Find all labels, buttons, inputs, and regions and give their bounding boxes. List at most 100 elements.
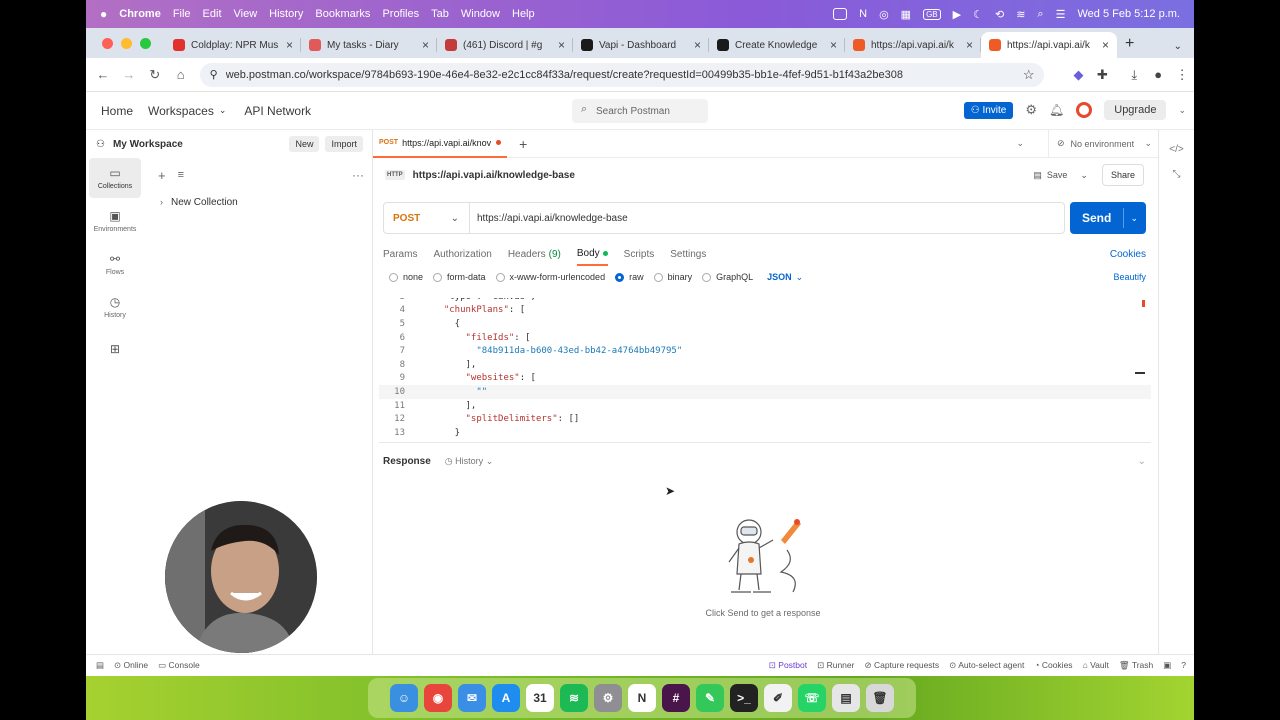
reload-button[interactable]: ↻ — [142, 67, 168, 83]
menu-bookmarks[interactable]: Bookmarks — [315, 8, 370, 20]
rail-collections[interactable]: ▭ Collections — [89, 158, 141, 198]
menu-view[interactable]: View — [234, 8, 258, 20]
request-tab[interactable]: POST https://api.vapi.ai/knov — [373, 130, 508, 158]
menu-window[interactable]: Window — [461, 8, 500, 20]
whatsapp-icon[interactable]: ☏ — [798, 684, 826, 712]
notifications-bell-icon[interactable]: 🔔︎ — [1049, 103, 1064, 117]
rail-history[interactable]: ◷ History — [89, 287, 141, 327]
slack-icon[interactable]: # — [662, 684, 690, 712]
code-line[interactable]: 9 "websites": [ — [379, 372, 1151, 386]
app-store-icon[interactable]: A — [492, 684, 520, 712]
extension-icon[interactable]: ◆ — [1066, 67, 1090, 83]
trash-button[interactable]: 🗑︎ Trash — [1119, 660, 1153, 671]
notion-icon[interactable]: N — [859, 8, 867, 20]
tab-search-chevron-icon[interactable]: ⌄ — [1174, 41, 1182, 52]
tab-scripts[interactable]: Scripts — [624, 242, 655, 266]
chrome-icon[interactable]: ◉ — [424, 684, 452, 712]
code-snippet-icon[interactable]: </> — [1159, 144, 1194, 155]
extensions-puzzle-icon[interactable]: ✚ — [1090, 67, 1114, 83]
bookmark-star-icon[interactable]: ☆ — [1023, 67, 1035, 83]
menu-history[interactable]: History — [269, 8, 303, 20]
postbot-button[interactable]: ⊡ Postbot — [769, 660, 807, 671]
menu-file[interactable]: File — [173, 8, 191, 20]
code-line[interactable]: 8 ], — [379, 358, 1151, 372]
tab-settings[interactable]: Settings — [670, 242, 706, 266]
filter-icon[interactable]: ≡ — [178, 169, 184, 181]
menu-tab[interactable]: Tab — [431, 8, 449, 20]
home-button[interactable]: ⌂ — [168, 67, 194, 82]
forward-button[interactable]: → — [116, 67, 142, 82]
wifi-icon[interactable]: ≋ — [1016, 8, 1025, 21]
new-request-tab-button[interactable]: + — [519, 136, 527, 152]
close-tab-icon[interactable]: × — [422, 38, 429, 52]
zoom-window-button[interactable] — [140, 37, 151, 49]
send-button[interactable]: Send ⌄ — [1070, 202, 1146, 234]
auto-select-agent-button[interactable]: ⊙ Auto-select agent — [949, 660, 1024, 671]
menu-edit[interactable]: Edit — [203, 8, 222, 20]
cookies-button[interactable]: ◔ Cookies — [1034, 660, 1072, 671]
site-info-icon[interactable]: ⚲ — [210, 68, 218, 81]
console-button[interactable]: ▭ Console — [158, 660, 200, 671]
browser-menu-icon[interactable]: ⋮ — [1170, 67, 1194, 83]
calendar-icon[interactable]: 31 — [526, 684, 554, 712]
close-tab-icon[interactable]: × — [558, 38, 565, 52]
compass-icon[interactable]: ◎ — [879, 8, 889, 21]
radio-none[interactable]: none — [389, 272, 423, 282]
messages-icon[interactable]: ✎ — [696, 684, 724, 712]
code-line[interactable]: 4 "chunkPlans": [ — [379, 304, 1151, 318]
new-button[interactable]: New — [289, 136, 320, 152]
screen-mirror-icon[interactable] — [833, 8, 848, 20]
runner-button[interactable]: ⊡ Runner — [817, 660, 854, 671]
code-line[interactable]: 13 } — [379, 426, 1151, 440]
tab-body[interactable]: Body — [576, 242, 608, 266]
method-select[interactable]: POST ⌄ — [384, 203, 470, 233]
preview-icon[interactable]: ▤ — [832, 684, 860, 712]
rail-flows[interactable]: ⚯ Flows — [89, 244, 141, 284]
input-source[interactable]: GB — [923, 8, 941, 20]
app-menu[interactable]: Chrome — [119, 8, 161, 20]
help-icon[interactable]: ? — [1181, 660, 1186, 671]
close-tab-icon[interactable]: × — [286, 38, 293, 52]
close-window-button[interactable] — [102, 37, 113, 49]
format-select[interactable]: JSON ⌄ — [767, 272, 803, 283]
back-button[interactable]: ← — [90, 67, 116, 82]
settings-gear-icon[interactable]: ⚙ — [1025, 102, 1037, 118]
code-line[interactable]: 11 ], — [379, 399, 1151, 413]
control-center-icon[interactable]: ☰ — [1056, 8, 1066, 21]
chevron-right-icon[interactable]: › — [160, 197, 163, 207]
save-button[interactable]: ▤ Save ⌄ — [1033, 170, 1088, 181]
request-title[interactable]: https://api.vapi.ai/knowledge-base — [413, 170, 575, 181]
profile-avatar[interactable]: ● — [1146, 67, 1170, 82]
send-chevron-icon[interactable]: ⌄ — [1130, 213, 1138, 224]
import-button[interactable]: Import — [325, 136, 363, 152]
workspace-name[interactable]: My Workspace — [113, 139, 183, 150]
browser-tab[interactable]: https://api.vapi.ai/k × — [845, 32, 981, 58]
search-icon[interactable]: ⌕ — [1037, 8, 1043, 21]
layout-icon[interactable]: ▣ — [1163, 660, 1171, 671]
minimize-window-button[interactable] — [121, 37, 132, 49]
close-tab-icon[interactable]: × — [830, 38, 837, 52]
code-line[interactable]: 6 "fileIds": [ — [379, 331, 1151, 345]
body-editor[interactable]: 3 "type": "canvas",4 "chunkPlans": [5 {6… — [379, 298, 1151, 443]
nav-home[interactable]: Home — [101, 104, 133, 118]
info-icon[interactable]: ⤡ — [1159, 169, 1194, 180]
clock[interactable]: Wed 5 Feb 5:12 p.m. — [1077, 8, 1180, 20]
close-tab-icon[interactable]: × — [694, 38, 701, 52]
browser-tab[interactable]: Coldplay: NPR Mus × — [165, 32, 301, 58]
radio-binary[interactable]: binary — [653, 272, 692, 282]
browser-tab[interactable]: https://api.vapi.ai/k × — [981, 32, 1117, 58]
radio-form-data[interactable]: form-data — [433, 272, 486, 282]
toggle-sidebar-icon[interactable]: ▤ — [96, 660, 104, 671]
menu-profiles[interactable]: Profiles — [382, 8, 419, 20]
new-tab-button[interactable]: + — [1125, 35, 1134, 53]
tab-params[interactable]: Params — [383, 242, 417, 266]
beautify-link[interactable]: Beautify — [1113, 272, 1146, 282]
spotify-icon[interactable]: ≋ — [560, 684, 588, 712]
close-tab-icon[interactable]: × — [966, 38, 973, 52]
browser-tab[interactable]: Vapi - Dashboard × — [573, 32, 709, 58]
nav-api-network[interactable]: API Network — [244, 104, 311, 118]
radio-raw[interactable]: raw — [615, 272, 644, 282]
trash-icon[interactable]: 🗑 — [866, 684, 894, 712]
vault-button[interactable]: ⌂ Vault — [1083, 660, 1109, 671]
grid-icon[interactable]: ▦ — [901, 8, 911, 21]
